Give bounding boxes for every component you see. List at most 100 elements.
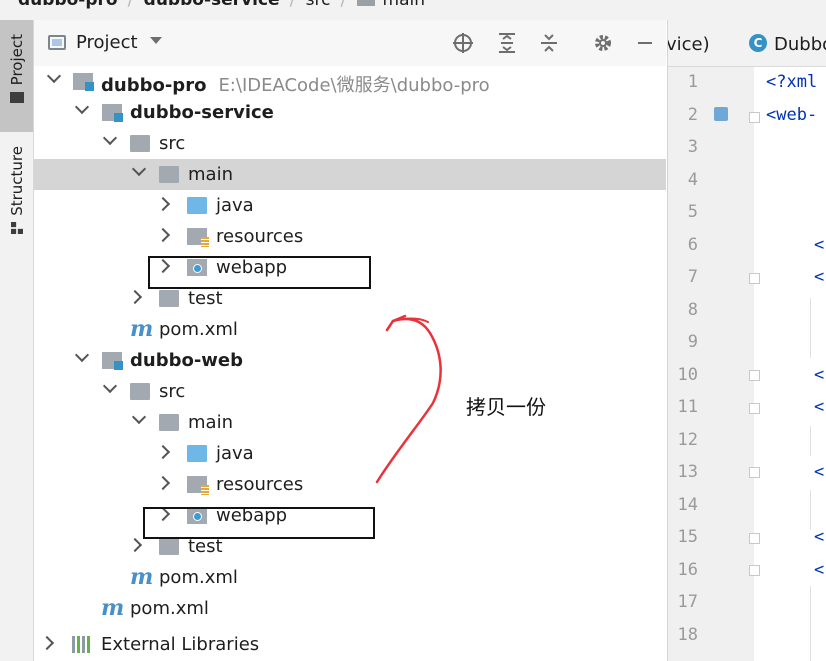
breadcrumb: dubbo-pro / dubbo-service / src / main: [0, 0, 826, 20]
chevron-down-icon[interactable]: [131, 161, 147, 177]
breadcrumb-item-main[interactable]: main: [383, 0, 425, 10]
tree-row-web-main[interactable]: main: [34, 407, 666, 438]
chevron-right-icon[interactable]: [155, 196, 171, 212]
tree-row-web-java[interactable]: java: [34, 438, 666, 469]
editor-area: vice) C Dubbo 1 2 3 4 5 6 7 8 9 10 11 12…: [667, 20, 826, 661]
indent-guide: [810, 298, 811, 358]
project-view-icon: [48, 35, 66, 50]
tree-row-root-pom[interactable]: m pom.xml: [34, 593, 666, 624]
code-line-11[interactable]: <: [814, 397, 824, 417]
tree-label-external: External Libraries: [101, 634, 260, 655]
minimize-icon[interactable]: [634, 32, 656, 54]
code-line-6[interactable]: <: [814, 235, 824, 255]
module-folder-icon: [102, 352, 123, 370]
line-number: 8: [687, 300, 698, 320]
tree-label-pom: pom.xml: [130, 598, 209, 619]
line-number: 17: [677, 592, 698, 612]
tree-label-resources: resources: [216, 474, 304, 495]
line-number: 13: [677, 462, 698, 482]
collapse-all-icon[interactable]: [538, 32, 560, 54]
structure-icon: [10, 221, 23, 234]
xml-icon: [714, 107, 728, 121]
fold-marker[interactable]: [749, 533, 760, 544]
breadcrumb-item-project[interactable]: dubbo-pro: [18, 0, 118, 10]
code-line-16[interactable]: <: [814, 560, 824, 580]
maven-icon: m: [130, 564, 154, 590]
code-line-1[interactable]: <?xml: [766, 72, 817, 92]
line-number: 7: [687, 267, 698, 287]
tree-label-java: java: [216, 443, 254, 464]
tree-row-service-java[interactable]: java: [34, 190, 666, 221]
breadcrumb-item-src[interactable]: src: [306, 0, 331, 10]
structure-tool-tab[interactable]: Structure: [0, 140, 33, 250]
tree-label-main: main: [188, 412, 233, 433]
chevron-right-icon[interactable]: [127, 289, 143, 305]
chevron-down-icon[interactable]: [102, 130, 118, 146]
chevron-right-icon[interactable]: [155, 444, 171, 460]
tree-row-web-src[interactable]: src: [34, 376, 666, 407]
code-line-13[interactable]: <: [814, 462, 824, 482]
line-number: 2: [687, 105, 698, 125]
maven-icon: m: [101, 595, 125, 621]
line-number: 12: [677, 430, 698, 450]
code-line-15[interactable]: <: [814, 527, 824, 547]
tree-row-root[interactable]: dubbo-pro E:\IDEACode\微服务\dubbo-pro: [34, 66, 666, 97]
tree-label-pom: pom.xml: [159, 319, 238, 340]
tree-row-service-main[interactable]: main: [34, 159, 666, 190]
tree-row-web-pom[interactable]: m pom.xml: [34, 562, 666, 593]
tree-label-pom: pom.xml: [159, 567, 238, 588]
chevron-right-icon[interactable]: [155, 475, 171, 491]
class-icon: C: [749, 34, 767, 52]
folder-icon: [159, 538, 179, 555]
breadcrumb-separator: /: [290, 0, 296, 10]
source-folder-icon: [187, 445, 207, 462]
folder-icon: [159, 414, 179, 431]
editor-tab-active[interactable]: Dubbo: [774, 34, 826, 55]
tree-row-service-pom[interactable]: m pom.xml: [34, 314, 666, 345]
chevron-right-icon[interactable]: [39, 635, 55, 651]
tree-row-web-resources[interactable]: resources: [34, 469, 666, 500]
tree-row-service-resources[interactable]: resources: [34, 221, 666, 252]
chevron-right-icon[interactable]: [127, 537, 143, 553]
breadcrumb-separator: /: [340, 0, 346, 10]
tree-row-web-module[interactable]: dubbo-web: [34, 345, 666, 376]
maven-icon: m: [130, 316, 154, 342]
fold-marker[interactable]: [749, 112, 760, 123]
tree-row-service-module[interactable]: dubbo-service: [34, 97, 666, 128]
tree-label-test: test: [188, 536, 223, 557]
module-folder-icon: [73, 73, 94, 91]
tree-row-external-libraries[interactable]: External Libraries: [34, 629, 666, 660]
annotation-text: 拷贝一份: [466, 395, 546, 419]
fold-marker[interactable]: [749, 370, 760, 381]
line-number: 18: [677, 625, 698, 645]
fold-marker[interactable]: [749, 467, 760, 478]
chevron-down-icon[interactable]: [131, 409, 147, 425]
expand-all-icon[interactable]: [496, 32, 518, 54]
tree-label-resources: resources: [216, 226, 304, 247]
code-line-7[interactable]: <: [814, 267, 824, 287]
indent-guide: [810, 490, 811, 530]
folder-icon: [130, 135, 150, 152]
editor-tab-partial[interactable]: vice): [668, 34, 710, 55]
project-view-selector[interactable]: Project: [76, 32, 138, 53]
code-line-2[interactable]: <web-: [766, 105, 817, 125]
chevron-right-icon[interactable]: [155, 227, 171, 243]
line-number: 15: [677, 527, 698, 547]
chevron-down-icon[interactable]: [74, 347, 90, 363]
code-line-10[interactable]: <: [814, 365, 824, 385]
tree-label-test: test: [188, 288, 223, 309]
chevron-down-icon[interactable]: [150, 37, 162, 44]
libraries-icon: [72, 636, 92, 653]
tree-row-service-src[interactable]: src: [34, 128, 666, 159]
chevron-down-icon[interactable]: [74, 99, 90, 115]
breadcrumb-item-module[interactable]: dubbo-service: [144, 0, 280, 10]
chevron-down-icon[interactable]: [46, 68, 62, 84]
editor-tabs: vice) C Dubbo: [668, 20, 826, 67]
fold-marker[interactable]: [749, 273, 760, 284]
gear-icon[interactable]: [592, 32, 614, 54]
fold-marker[interactable]: [749, 565, 760, 576]
fold-marker[interactable]: [749, 403, 760, 414]
locate-icon[interactable]: [452, 32, 474, 54]
chevron-down-icon[interactable]: [102, 378, 118, 394]
project-tool-tab[interactable]: Project: [0, 20, 33, 132]
